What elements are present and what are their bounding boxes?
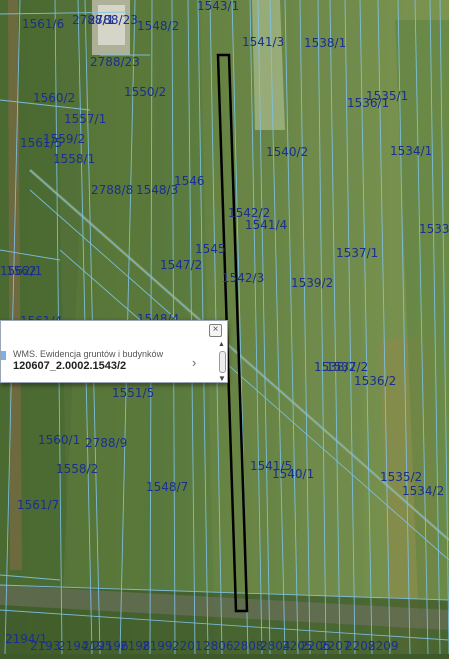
parcel-label: 1538/1	[304, 36, 347, 50]
parcel-label: 2199	[142, 639, 173, 653]
parcel-label: 1547/2	[160, 258, 203, 272]
parcel-label: 1560/1	[38, 433, 81, 447]
parcel-label: 1537/2	[326, 360, 369, 374]
layer-name: WMS. Ewidencja gruntów i budynków	[13, 349, 164, 359]
parcel-label: 1562/1	[0, 264, 43, 278]
parcel-label: 1548/2	[137, 19, 180, 33]
parcel-label: 1558/1	[53, 152, 96, 166]
popup-body: WMS. Ewidencja gruntów i budynków 120607…	[1, 339, 227, 383]
parcel-label: 1548/3	[136, 183, 179, 197]
chevron-right-icon[interactable]: ›	[192, 355, 196, 370]
feature-info-popup[interactable]: × WMS. Ewidencja gruntów i budynków 1206…	[0, 320, 228, 383]
parcel-label: 2193	[30, 639, 61, 653]
parcel-label: 1561/7	[17, 498, 60, 512]
feature-id[interactable]: 120607_2.0002.1543/2	[13, 360, 126, 372]
parcel-label: 1541/4	[245, 218, 288, 232]
parcel-label: 1546	[174, 174, 205, 188]
layer-icon	[1, 351, 6, 360]
parcel-label: 1551/5	[112, 386, 155, 400]
parcel-label: 2788/23	[90, 55, 140, 69]
parcel-label: 1537/1	[336, 246, 379, 260]
parcel-label: 1541/3	[242, 35, 285, 49]
parcel-label: 2806	[203, 639, 234, 653]
parcel-label: 1542/3	[222, 271, 265, 285]
parcel-label: 1534/2	[402, 484, 445, 498]
parcel-label: 1534/1	[390, 144, 433, 158]
parcel-label: 1558/2	[56, 462, 99, 476]
close-icon[interactable]: ×	[209, 324, 222, 337]
parcel-label: 1535/2	[380, 470, 423, 484]
scroll-up-icon[interactable]: ▲	[218, 341, 225, 348]
parcel-label: 2788/23	[88, 13, 138, 27]
popup-scrollbar[interactable]: ▲ ▼	[217, 341, 227, 383]
parcel-label: 1545	[195, 242, 226, 256]
parcel-label: 1557/1	[64, 112, 107, 126]
parcel-label: 1539/2	[291, 276, 334, 290]
parcel-label: 1536/2	[354, 374, 397, 388]
light-field	[252, 0, 285, 130]
parcel-label: 1533	[419, 222, 449, 236]
parcel-label: 1560/2	[33, 91, 76, 105]
parcel-label: 2201	[172, 639, 203, 653]
parcel-label: 1540/2	[266, 145, 309, 159]
scroll-down-icon[interactable]: ▼	[218, 374, 226, 383]
parcel-label: 2788/8	[91, 183, 134, 197]
parcel-label: 1550/2	[124, 85, 167, 99]
parcel-label: 1540/1	[272, 467, 315, 481]
parcel-label: 1548/7	[146, 480, 189, 494]
scroll-thumb[interactable]	[219, 351, 226, 373]
parcel-label: 2808	[233, 639, 264, 653]
parcel-label: 1543/1	[197, 0, 240, 13]
parcel-label: 2788/9	[85, 436, 128, 450]
parcel-label: 1561/5	[20, 136, 63, 150]
parcel-label: 1536/1	[347, 96, 390, 110]
parcel-label: 1561/6	[22, 17, 65, 31]
parcel-label: 2209	[368, 639, 399, 653]
